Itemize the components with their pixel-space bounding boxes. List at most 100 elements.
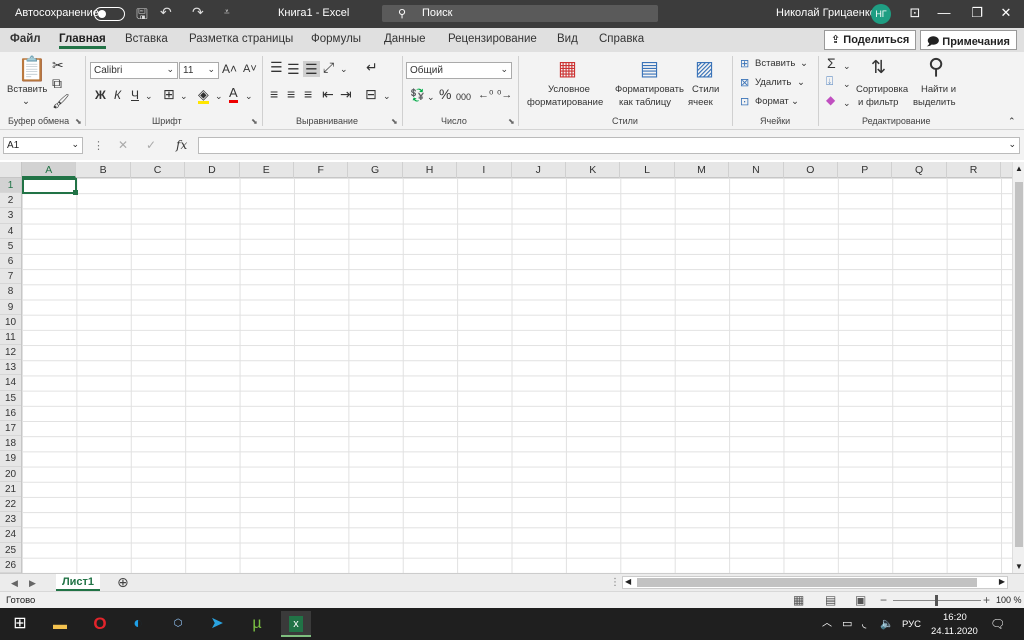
- font-color-dropdown-icon[interactable]: ⌄: [245, 89, 253, 103]
- sort-filter-icon[interactable]: ⇅: [871, 58, 886, 76]
- autosum-dropdown-icon[interactable]: ⌄: [843, 59, 851, 73]
- find-select-icon[interactable]: ⚲: [928, 56, 944, 78]
- save-icon[interactable]: 🖫: [136, 4, 148, 28]
- collapse-ribbon-icon[interactable]: ⌃: [1008, 114, 1016, 128]
- row-header-16[interactable]: 16: [0, 406, 21, 421]
- fill-dropdown-icon[interactable]: ⌄: [215, 89, 223, 103]
- sheet-tab[interactable]: Лист1: [56, 574, 100, 591]
- row-header-5[interactable]: 5: [0, 239, 21, 254]
- close-icon[interactable]: ✕: [996, 5, 1016, 21]
- insert-cells-label[interactable]: Вставить: [755, 58, 795, 70]
- tab-formulas[interactable]: Формулы: [311, 33, 361, 45]
- horizontal-scrollbar[interactable]: ◀ ▶: [622, 576, 1008, 589]
- font-name-dropdown[interactable]: Calibri ⌄: [90, 62, 178, 79]
- tray-expand-icon[interactable]: ︿: [822, 617, 832, 631]
- row-header-23[interactable]: 23: [0, 512, 21, 528]
- row-header-20[interactable]: 20: [0, 467, 21, 482]
- formula-input[interactable]: ⌄: [198, 137, 1020, 154]
- format-cells-label[interactable]: Формат: [755, 96, 789, 108]
- expand-formula-icon[interactable]: ⌄: [1008, 139, 1016, 150]
- add-sheet-icon[interactable]: ⊕: [117, 575, 129, 589]
- tab-review[interactable]: Рецензирование: [448, 33, 537, 45]
- column-header-j[interactable]: J: [512, 162, 566, 178]
- row-header-3[interactable]: 3: [0, 208, 21, 224]
- column-header-e[interactable]: E: [240, 162, 294, 178]
- align-top-icon[interactable]: ☰: [270, 60, 283, 74]
- sort-filter-label-1[interactable]: Сортировка: [856, 84, 908, 96]
- orientation-icon[interactable]: ⤢: [323, 60, 334, 74]
- column-header-d[interactable]: D: [185, 162, 240, 178]
- format-as-table-label-1[interactable]: Форматировать: [615, 84, 684, 96]
- zoom-level[interactable]: 100 %: [996, 595, 1022, 605]
- language-indicator[interactable]: РУС: [902, 619, 921, 630]
- zoom-slider-handle[interactable]: [935, 595, 938, 606]
- row-header-19[interactable]: 19: [0, 451, 21, 467]
- telegram-icon[interactable]: ➤: [202, 611, 232, 637]
- decrease-decimal-icon[interactable]: ⁰→: [497, 88, 512, 102]
- normal-view-icon[interactable]: ▦: [793, 593, 804, 607]
- minimize-icon[interactable]: —: [934, 5, 954, 20]
- percent-button[interactable]: %: [439, 87, 451, 101]
- row-header-26[interactable]: 26: [0, 558, 21, 573]
- borders-icon[interactable]: ⊞: [163, 87, 175, 101]
- vertical-scroll-thumb[interactable]: [1015, 182, 1023, 547]
- alignment-launcher-icon[interactable]: ⬊: [391, 117, 398, 126]
- cell-styles-label-2[interactable]: ячеек: [688, 97, 713, 109]
- row-header-22[interactable]: 22: [0, 497, 21, 513]
- cell-styles-label-1[interactable]: Стили: [692, 84, 719, 96]
- column-header-p[interactable]: P: [838, 162, 893, 178]
- scroll-left-icon[interactable]: ◀: [625, 577, 631, 586]
- wrap-text-icon[interactable]: ↵: [366, 60, 378, 74]
- customize-qat-icon[interactable]: ⩡: [224, 7, 230, 18]
- maximize-icon[interactable]: ❐: [967, 5, 987, 21]
- underline-dropdown-icon[interactable]: ⌄: [145, 89, 153, 103]
- row-header-8[interactable]: 8: [0, 284, 21, 300]
- italic-button[interactable]: К: [114, 88, 121, 102]
- find-select-label-2[interactable]: выделить: [913, 97, 956, 109]
- row-header-10[interactable]: 10: [0, 315, 21, 330]
- insert-function-button[interactable]: fx: [176, 138, 187, 152]
- align-right-icon[interactable]: ≡: [304, 87, 312, 101]
- cell-styles-icon[interactable]: ▨: [695, 59, 714, 79]
- tab-file[interactable]: Файл: [10, 33, 41, 45]
- search-box[interactable]: ⚲ Поиск: [382, 5, 658, 22]
- cells-area[interactable]: [22, 178, 1012, 573]
- zoom-in-icon[interactable]: +: [983, 593, 990, 607]
- cancel-icon[interactable]: ✕: [118, 138, 128, 152]
- decrease-indent-icon[interactable]: ⇤: [322, 87, 334, 101]
- horizontal-scroll-thumb[interactable]: [637, 578, 977, 587]
- row-header-9[interactable]: 9: [0, 300, 21, 315]
- row-header-15[interactable]: 15: [0, 391, 21, 406]
- font-launcher-icon[interactable]: ⬊: [251, 117, 258, 126]
- tab-home[interactable]: Главная: [59, 33, 106, 49]
- row-header-24[interactable]: 24: [0, 527, 21, 543]
- column-header-r[interactable]: R: [947, 162, 1002, 178]
- column-header-k[interactable]: K: [566, 162, 621, 178]
- enter-icon[interactable]: ✓: [146, 138, 156, 152]
- row-header-6[interactable]: 6: [0, 254, 21, 270]
- ribbon-display-icon[interactable]: ⊡: [905, 5, 925, 21]
- format-dropdown-icon[interactable]: ⌄: [791, 96, 799, 108]
- accounting-format-icon[interactable]: 💱: [410, 88, 425, 102]
- merge-center-icon[interactable]: ⊟: [365, 87, 377, 101]
- sort-filter-label-2[interactable]: и фильтр: [858, 97, 898, 109]
- align-middle-icon[interactable]: ☰: [287, 62, 300, 76]
- clock-date[interactable]: 24.11.2020: [931, 626, 978, 637]
- utorrent-icon[interactable]: µ: [242, 611, 272, 637]
- vertical-scrollbar[interactable]: ▲ ▼: [1012, 162, 1024, 573]
- tab-view[interactable]: Вид: [557, 33, 578, 45]
- opera-icon[interactable]: O: [85, 611, 115, 637]
- column-header-h[interactable]: H: [403, 162, 458, 178]
- prev-sheet-icon[interactable]: ◀: [11, 576, 18, 590]
- autosum-icon[interactable]: Σ: [827, 56, 836, 70]
- app-icon[interactable]: ⬡: [163, 611, 193, 637]
- fill-icon[interactable]: ⍗: [826, 74, 833, 88]
- active-cell[interactable]: [22, 178, 78, 195]
- avatar[interactable]: НГ: [871, 4, 891, 24]
- orientation-dropdown-icon[interactable]: ⌄: [340, 62, 348, 76]
- conditional-formatting-label-2[interactable]: форматирование: [527, 97, 603, 109]
- delete-cells-icon[interactable]: ⊠: [740, 76, 749, 90]
- accounting-dropdown-icon[interactable]: ⌄: [427, 90, 435, 104]
- row-header-1[interactable]: 1: [0, 178, 21, 194]
- zoom-slider[interactable]: [893, 595, 981, 606]
